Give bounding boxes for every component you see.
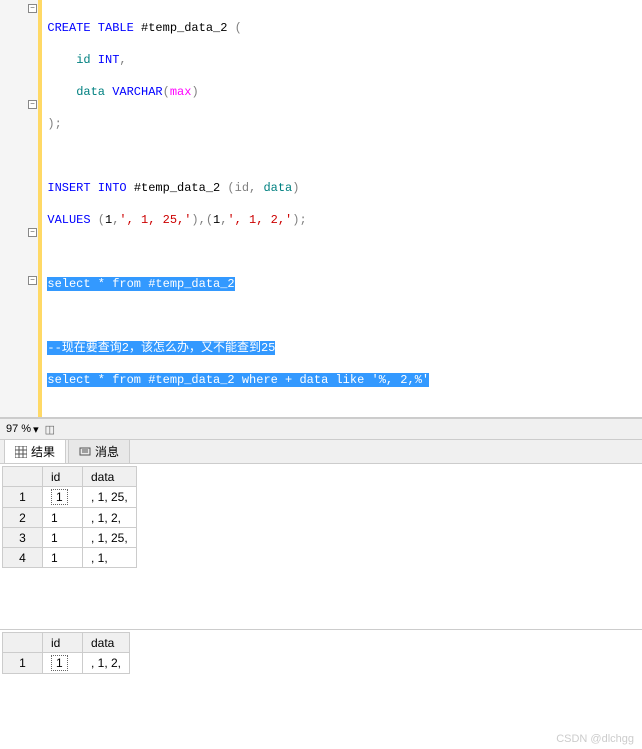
code-editor[interactable]: − − − − CREATE TABLE #temp_data_2 ( id I… [0, 0, 642, 418]
fold-icon[interactable]: − [28, 228, 37, 237]
col-id[interactable]: id [43, 633, 83, 653]
fold-icon[interactable]: − [28, 4, 37, 13]
tab-results-label: 结果 [31, 443, 55, 460]
results-pane-2: id data 11, 1, 2, [0, 630, 642, 722]
table-row: 21, 1, 2, [3, 508, 137, 528]
table-header-row: id data [3, 633, 130, 653]
zoom-bar: 97 % ▾ ◫ [0, 418, 642, 440]
col-id[interactable]: id [43, 467, 83, 487]
watermark: CSDN @dlchgg [556, 733, 634, 745]
table-row: 11, 1, 25, [3, 487, 137, 508]
table-row: 41, 1, [3, 548, 137, 568]
col-rownum[interactable] [3, 633, 43, 653]
grid-icon [15, 446, 27, 458]
col-data[interactable]: data [83, 467, 137, 487]
table-row: 11, 1, 2, [3, 653, 130, 674]
code-content[interactable]: CREATE TABLE #temp_data_2 ( id INT, data… [39, 0, 642, 417]
message-icon [79, 446, 91, 458]
table-row: 31, 1, 25, [3, 528, 137, 548]
col-rownum[interactable] [3, 467, 43, 487]
result-tabs: 结果 消息 [0, 440, 642, 464]
table-header-row: id data [3, 467, 137, 487]
results-pane-1: id data 11, 1, 25, 21, 1, 2, 31, 1, 25, … [0, 464, 642, 630]
result-grid-2[interactable]: id data 11, 1, 2, [2, 632, 130, 674]
tab-results[interactable]: 结果 [4, 439, 66, 463]
tab-messages[interactable]: 消息 [68, 439, 130, 463]
tab-messages-label: 消息 [95, 443, 119, 460]
fold-icon[interactable]: − [28, 276, 37, 285]
col-data[interactable]: data [83, 633, 130, 653]
split-icon[interactable]: ◫ [45, 423, 55, 436]
zoom-value: 97 % [6, 423, 31, 435]
result-grid-1[interactable]: id data 11, 1, 25, 21, 1, 2, 31, 1, 25, … [2, 466, 137, 568]
chevron-down-icon: ▾ [33, 423, 39, 436]
editor-gutter: − − − − [0, 0, 39, 417]
fold-icon[interactable]: − [28, 100, 37, 109]
zoom-dropdown[interactable]: 97 % ▾ [6, 423, 39, 436]
